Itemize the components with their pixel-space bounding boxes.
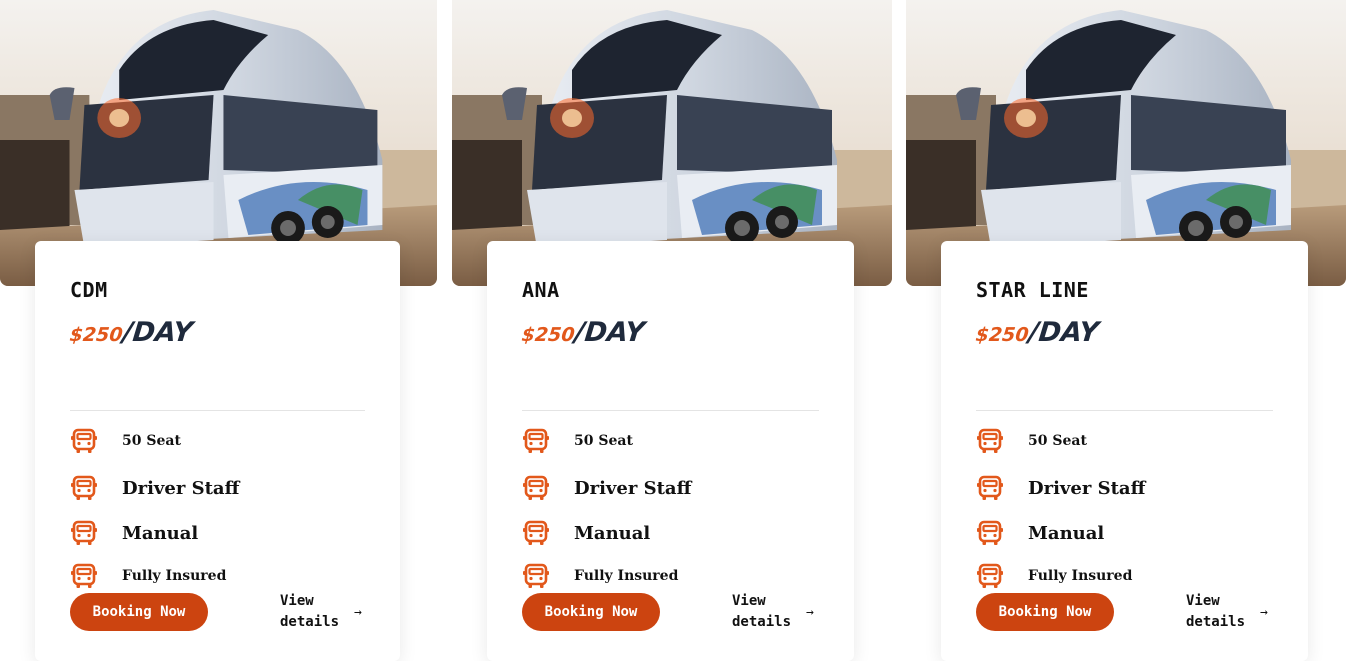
bus-icon (522, 520, 550, 546)
vehicle-name: ANA (522, 278, 560, 302)
feature-item: Driver Staff (976, 475, 1145, 501)
view-details-label: View details (280, 593, 340, 630)
bus-icon (522, 475, 550, 501)
feature-label: Manual (574, 522, 651, 544)
feature-label: Driver Staff (1028, 477, 1146, 499)
feature-label: Fully Insured (1028, 568, 1133, 584)
vehicle-card: STAR LINE $250/DAY 50 Seat Driver Staff … (941, 241, 1308, 661)
feature-item: Manual (976, 520, 1104, 546)
arrow-right-icon: → (1260, 605, 1268, 620)
feature-item: Driver Staff (70, 475, 239, 501)
feature-label: Driver Staff (122, 477, 240, 499)
view-details-label: View details (1186, 593, 1246, 630)
feature-item: 50 Seat (976, 428, 1087, 454)
price-amount: $250 (520, 324, 576, 346)
view-details-link[interactable]: View details → (732, 591, 822, 633)
view-details-link[interactable]: View details → (280, 591, 370, 633)
price-unit: /DAY (573, 317, 647, 348)
vehicle-card: CDM $250/DAY 50 Seat Driver Staff Manual… (35, 241, 400, 661)
feature-item: Fully Insured (976, 563, 1132, 589)
bus-icon (70, 475, 98, 501)
feature-label: Fully Insured (574, 568, 679, 584)
view-details-label: View details (732, 593, 792, 630)
bus-icon (70, 520, 98, 546)
booking-now-button[interactable]: Booking Now (70, 593, 208, 631)
feature-item: 50 Seat (70, 428, 181, 454)
feature-label: 50 Seat (122, 433, 181, 449)
price-unit: /DAY (121, 317, 195, 348)
price: $250/DAY (520, 317, 647, 348)
feature-label: 50 Seat (574, 433, 633, 449)
bus-icon (522, 563, 550, 589)
feature-item: Fully Insured (522, 563, 678, 589)
bus-icon (70, 428, 98, 454)
booking-now-button[interactable]: Booking Now (522, 593, 660, 631)
bus-icon (976, 428, 1004, 454)
bus-icon (522, 428, 550, 454)
vehicle-column-1: CDM $250/DAY 50 Seat Driver Staff Manual… (0, 0, 437, 661)
feature-label: Manual (1028, 522, 1105, 544)
feature-item: Manual (522, 520, 650, 546)
vehicle-name: STAR LINE (976, 278, 1089, 302)
vehicle-column-3: STAR LINE $250/DAY 50 Seat Driver Staff … (906, 0, 1346, 661)
feature-label: Fully Insured (122, 568, 227, 584)
bus-icon (976, 563, 1004, 589)
feature-label: Manual (122, 522, 199, 544)
price: $250/DAY (68, 317, 195, 348)
vehicle-name: CDM (70, 278, 108, 302)
arrow-right-icon: → (806, 605, 814, 620)
bus-icon (976, 475, 1004, 501)
view-details-link[interactable]: View details → (1186, 591, 1276, 633)
feature-item: Driver Staff (522, 475, 691, 501)
vehicle-card: ANA $250/DAY 50 Seat Driver Staff Manual… (487, 241, 854, 661)
divider (70, 410, 365, 411)
vehicle-column-2: ANA $250/DAY 50 Seat Driver Staff Manual… (452, 0, 892, 661)
feature-item: Fully Insured (70, 563, 226, 589)
divider (522, 410, 819, 411)
feature-item: 50 Seat (522, 428, 633, 454)
feature-label: 50 Seat (1028, 433, 1087, 449)
bus-icon (976, 520, 1004, 546)
price: $250/DAY (974, 317, 1101, 348)
feature-item: Manual (70, 520, 198, 546)
booking-now-button[interactable]: Booking Now (976, 593, 1114, 631)
divider (976, 410, 1273, 411)
price-amount: $250 (68, 324, 124, 346)
price-unit: /DAY (1027, 317, 1101, 348)
feature-label: Driver Staff (574, 477, 692, 499)
price-amount: $250 (974, 324, 1030, 346)
arrow-right-icon: → (354, 605, 362, 620)
bus-icon (70, 563, 98, 589)
